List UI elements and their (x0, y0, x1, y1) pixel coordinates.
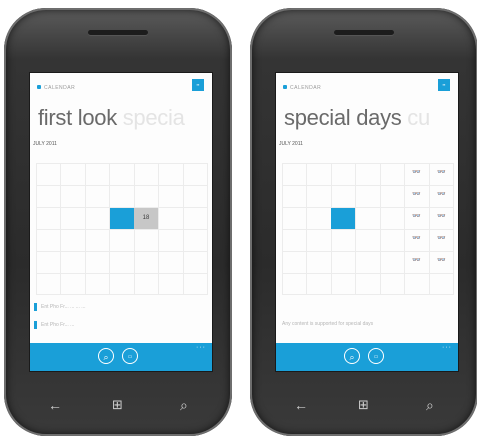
special-days-note: Any content is supported for special day… (282, 321, 374, 327)
today-icon: ▭ (127, 354, 133, 360)
today-tile-button[interactable]: ▪▪ (192, 79, 204, 91)
app-bar: ⌕ ▭ ··· (276, 343, 458, 371)
appointment-text: Ent Pho Fr... ... (41, 322, 75, 328)
windows-start-icon[interactable]: ⊞ (358, 396, 369, 414)
appointment-text: Ent Pho Fr... ... ... ... (41, 304, 86, 310)
glasses-icon: 👓 (412, 169, 421, 176)
search-icon: ⌕ (349, 352, 355, 362)
app-bar: ⌕ ▭ ··· (30, 343, 212, 371)
back-arrow-icon[interactable]: ← (48, 396, 62, 414)
search-hardware-icon[interactable]: ⌕ (426, 396, 434, 414)
pivot-item-next-preview[interactable]: cu (407, 105, 430, 130)
speaker-grille (334, 30, 394, 35)
search-button[interactable]: ⌕ (344, 348, 360, 364)
more-menu-button[interactable]: ··· (442, 344, 452, 351)
busy-day-number: 18 (142, 215, 150, 221)
search-icon: ⌕ (103, 352, 109, 362)
glasses-icon: 👓 (412, 257, 421, 264)
back-arrow-icon[interactable]: ← (294, 396, 308, 414)
phone-first-look: CALENDAR ▪▪ first look specia JULY 2011 … (4, 8, 232, 436)
phone-screen: CALENDAR ▪▪ first look specia JULY 2011 … (30, 73, 212, 371)
busy-day-cell[interactable]: 18 (134, 208, 158, 229)
more-menu-button[interactable]: ··· (196, 344, 206, 351)
appointment-color-bar (34, 303, 37, 311)
glasses-icon: 👓 (437, 257, 446, 264)
search-hardware-icon[interactable]: ⌕ (180, 396, 188, 414)
glasses-icon: 👓 (412, 213, 421, 220)
appointment-item[interactable]: Ent Pho Fr... ... (34, 321, 204, 329)
pivot-item-special-days-preview[interactable]: specia (123, 105, 185, 130)
windows-start-icon[interactable]: ⊞ (112, 396, 123, 414)
calendar-grid: 👓 👓 👓 👓 👓 👓 👓 👓 👓 👓 (282, 163, 454, 295)
hardware-buttons: ← ⊞ ⌕ (30, 392, 212, 418)
month-label: JULY 2011 (279, 141, 303, 147)
app-title: CALENDAR (290, 85, 322, 91)
hardware-buttons: ← ⊞ ⌕ (276, 392, 458, 418)
search-button[interactable]: ⌕ (98, 348, 114, 364)
calendar-grid: 18 (36, 163, 208, 295)
status-indicator (283, 85, 287, 89)
month-label: JULY 2011 (33, 141, 57, 147)
phone-special-days: CALENDAR ▪▪ special days cu JULY 2011 👓 … (250, 8, 477, 436)
today-button[interactable]: ▭ (368, 348, 384, 364)
pivot-item-special-days[interactable]: special days (284, 105, 402, 130)
glasses-icon: 👓 (437, 213, 446, 220)
today-tile-button[interactable]: ▪▪ (438, 79, 450, 91)
glasses-icon: 👓 (412, 191, 421, 198)
appointment-color-bar (34, 321, 37, 329)
selected-day-cell[interactable] (110, 208, 134, 229)
appointment-item[interactable]: Ent Pho Fr... ... ... ... (34, 303, 204, 311)
pivot-item-first-look[interactable]: first look (38, 105, 117, 130)
pivot-header: first look specia (38, 105, 185, 131)
glasses-icon: 👓 (412, 235, 421, 242)
app-title: CALENDAR (44, 85, 76, 91)
selected-day-cell[interactable] (331, 208, 355, 229)
phone-screen: CALENDAR ▪▪ special days cu JULY 2011 👓 … (276, 73, 458, 371)
pivot-header: special days cu (284, 105, 430, 131)
glasses-icon: 👓 (437, 169, 446, 176)
status-indicator (37, 85, 41, 89)
glasses-icon: 👓 (437, 191, 446, 198)
today-icon: ▭ (373, 354, 379, 360)
glasses-icon: 👓 (437, 235, 446, 242)
speaker-grille (88, 30, 148, 35)
today-button[interactable]: ▭ (122, 348, 138, 364)
